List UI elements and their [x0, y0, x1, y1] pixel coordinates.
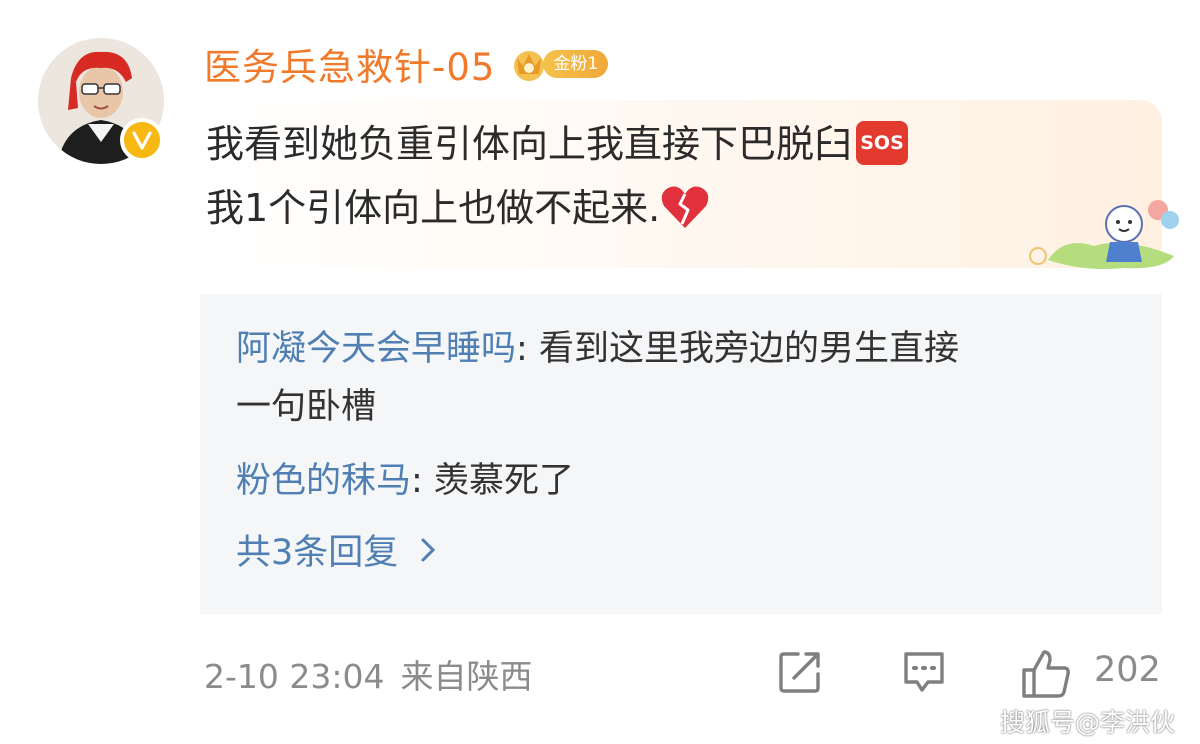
- fan-level-label: 金粉1: [543, 50, 609, 78]
- reply-separator: :: [411, 461, 423, 501]
- more-replies-label: 共3条回复: [236, 533, 399, 573]
- comment-line-1: 我看到她负重引体向上我直接下巴脱臼: [206, 122, 853, 166]
- fan-badge[interactable]: 金粉1: [509, 47, 609, 81]
- verified-badge-icon: [120, 118, 164, 162]
- reply-item[interactable]: 阿凝今天会早睡吗: 看到这里我旁边的男生直接 一句卧槽: [236, 320, 1136, 436]
- like-count: 202: [1094, 650, 1161, 690]
- reply-text-continued: 一句卧槽: [236, 387, 377, 427]
- chevron-right-icon: [421, 538, 436, 561]
- sos-emoji-icon: SOS: [856, 120, 909, 165]
- reply-item[interactable]: 粉色的秣马: 羡慕死了: [236, 452, 1136, 510]
- comment-header: 医务兵急救针-05 金粉1: [204, 37, 609, 91]
- reply-username[interactable]: 粉色的秣马: [236, 461, 411, 501]
- comment-time: 2-10 23:04: [204, 657, 385, 696]
- comment-meta: 2-10 23:04 来自陕西: [204, 650, 533, 698]
- comment-location: 来自陕西: [400, 657, 533, 696]
- reply-username[interactable]: 阿凝今天会早睡吗: [236, 329, 516, 369]
- comment-icon[interactable]: [900, 648, 948, 696]
- reply-separator: :: [516, 329, 528, 369]
- watermark: 搜狐号@李洪伙: [1000, 708, 1176, 737]
- replies-panel: 阿凝今天会早睡吗: 看到这里我旁边的男生直接 一句卧槽 粉色的秣马: 羡慕死了 …: [200, 294, 1162, 614]
- broken-heart-icon: [662, 185, 709, 228]
- decorative-sticker-icon: [1029, 200, 1179, 269]
- like-icon[interactable]: [1020, 648, 1072, 700]
- username[interactable]: 医务兵急救针-05: [204, 37, 495, 91]
- share-icon[interactable]: [776, 648, 824, 696]
- comment-text: 我看到她负重引体向上我直接下巴脱臼 SOS 我1个引体向上也做不起来.: [206, 112, 1106, 240]
- reply-text: 看到这里我旁边的男生直接: [527, 329, 959, 369]
- comment-line-2: 我1个引体向上也做不起来.: [206, 186, 661, 230]
- reply-text: 羡慕死了: [422, 461, 574, 501]
- more-replies-link[interactable]: 共3条回复: [236, 524, 436, 575]
